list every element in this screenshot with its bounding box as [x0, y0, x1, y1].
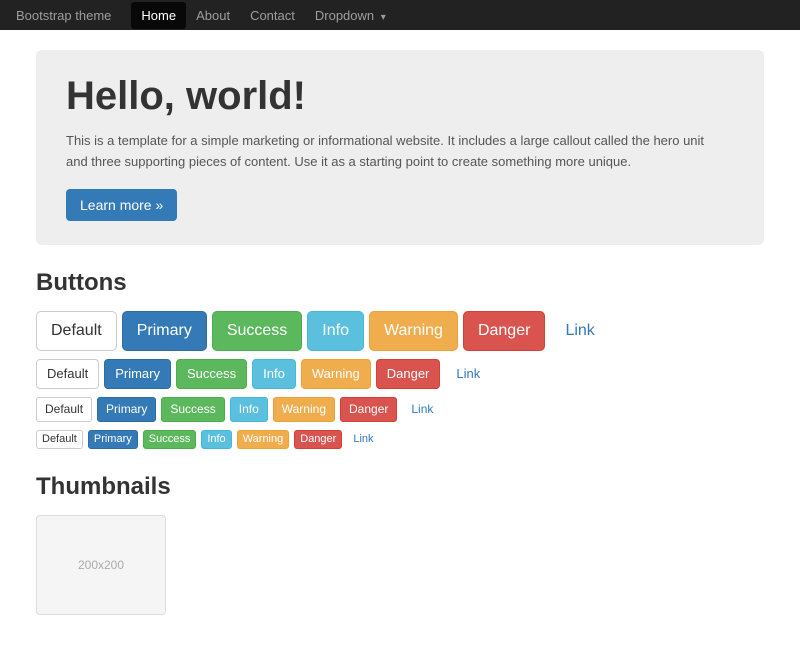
btn-success-lg[interactable]: Success	[212, 311, 302, 351]
btn-warning-lg[interactable]: Warning	[369, 311, 458, 351]
nav-link-dropdown[interactable]: Dropdown ▾	[305, 2, 396, 29]
navbar-brand[interactable]: Bootstrap theme	[16, 8, 111, 23]
btn-danger-sm[interactable]: Danger	[340, 397, 397, 422]
btn-primary-lg[interactable]: Primary	[122, 311, 207, 351]
btn-default-md[interactable]: Default	[36, 359, 99, 389]
btn-link-md[interactable]: Link	[445, 359, 491, 389]
btn-primary-sm[interactable]: Primary	[97, 397, 156, 422]
button-row-lg: Default Primary Success Info Warning Dan…	[36, 311, 764, 351]
chevron-down-icon: ▾	[381, 12, 386, 23]
nav-item-dropdown[interactable]: Dropdown ▾	[305, 2, 396, 29]
hero-heading: Hello, world!	[66, 74, 734, 119]
thumbnails-title: Thumbnails	[36, 473, 764, 501]
btn-danger-xs[interactable]: Danger	[294, 430, 342, 449]
jumbotron: Hello, world! This is a template for a s…	[36, 50, 764, 245]
btn-info-lg[interactable]: Info	[307, 311, 364, 351]
btn-link-sm[interactable]: Link	[402, 397, 442, 422]
btn-success-md[interactable]: Success	[176, 359, 247, 389]
btn-danger-md[interactable]: Danger	[376, 359, 441, 389]
btn-warning-xs[interactable]: Warning	[237, 430, 290, 449]
btn-success-xs[interactable]: Success	[143, 430, 197, 449]
buttons-title: Buttons	[36, 269, 764, 297]
main-content: Hello, world! This is a template for a s…	[20, 30, 780, 659]
btn-link-xs[interactable]: Link	[347, 430, 379, 449]
btn-primary-md[interactable]: Primary	[104, 359, 171, 389]
btn-success-sm[interactable]: Success	[161, 397, 224, 422]
hero-description: This is a template for a simple marketin…	[66, 131, 706, 173]
button-row-md: Default Primary Success Info Warning Dan…	[36, 359, 764, 389]
nav-link-home[interactable]: Home	[131, 2, 186, 29]
btn-default-lg[interactable]: Default	[36, 311, 117, 351]
nav-item-home[interactable]: Home	[131, 2, 186, 29]
btn-link-lg[interactable]: Link	[550, 311, 609, 351]
btn-info-xs[interactable]: Info	[201, 430, 231, 449]
btn-warning-md[interactable]: Warning	[301, 359, 371, 389]
nav-link-about[interactable]: About	[186, 2, 240, 29]
thumbnail-item: 200x200	[36, 515, 166, 615]
navbar: Bootstrap theme Home About Contact Dropd…	[0, 0, 800, 30]
buttons-section: Buttons Default Primary Success Info War…	[36, 269, 764, 450]
button-row-xs: Default Primary Success Info Warning Dan…	[36, 430, 764, 449]
nav-link-contact[interactable]: Contact	[240, 2, 305, 29]
nav-item-about[interactable]: About	[186, 2, 240, 29]
btn-default-xs[interactable]: Default	[36, 430, 83, 449]
thumbnails-section: Thumbnails 200x200	[36, 473, 764, 615]
btn-danger-lg[interactable]: Danger	[463, 311, 545, 351]
nav-menu: Home About Contact Dropdown ▾	[131, 2, 395, 29]
btn-info-md[interactable]: Info	[252, 359, 296, 389]
learn-more-button[interactable]: Learn more »	[66, 189, 177, 221]
nav-item-contact[interactable]: Contact	[240, 2, 305, 29]
btn-info-sm[interactable]: Info	[230, 397, 268, 422]
btn-primary-xs[interactable]: Primary	[88, 430, 138, 449]
thumbnail-label: 200x200	[78, 558, 124, 572]
btn-warning-sm[interactable]: Warning	[273, 397, 335, 422]
button-row-sm: Default Primary Success Info Warning Dan…	[36, 397, 764, 422]
btn-default-sm[interactable]: Default	[36, 397, 92, 422]
